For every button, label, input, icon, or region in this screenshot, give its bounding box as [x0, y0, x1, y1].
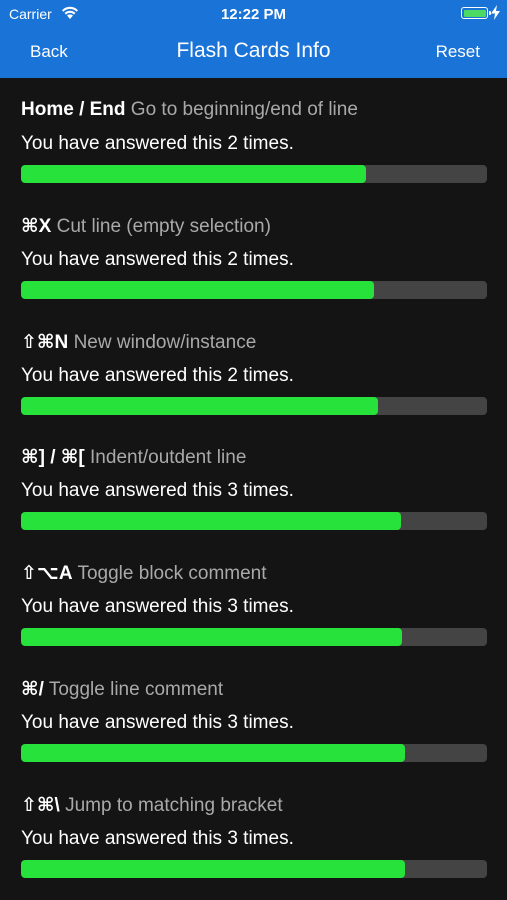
progress-track — [21, 512, 487, 530]
shortcut-line: ⌘/ Toggle line comment — [21, 678, 223, 701]
charging-bolt-icon — [491, 5, 500, 20]
top-bar: Carrier 12:22 PM Back Flash Cards Info R… — [0, 0, 507, 78]
shortcut-description: Toggle block comment — [77, 563, 267, 584]
shortcut-description: New window/instance — [73, 332, 257, 353]
progress-track — [21, 860, 487, 878]
answered-count: You have answered this 3 times. — [21, 712, 294, 733]
list-item: ⇧⌥A Toggle block comment You have answer… — [0, 541, 507, 657]
battery-level — [463, 9, 486, 17]
progress-fill — [21, 397, 378, 415]
shortcut-keys: Home / End — [21, 99, 126, 120]
shortcut-line: ⇧⌥A Toggle block comment — [21, 562, 267, 585]
navigation-bar: Back Flash Cards Info Reset — [0, 28, 507, 78]
shortcut-line: ⇧⌘N New window/instance — [21, 331, 256, 354]
shortcut-description: Indent/outdent line — [90, 447, 247, 468]
progress-track — [21, 281, 487, 299]
progress-track — [21, 165, 487, 183]
progress-fill — [21, 512, 401, 530]
shortcut-keys: ⌘X — [21, 216, 52, 237]
status-time: 12:22 PM — [220, 6, 287, 23]
progress-track — [21, 397, 487, 415]
answered-count: You have answered this 2 times. — [21, 133, 294, 154]
battery-icon — [461, 7, 491, 19]
flash-card-list: Home / End Go to beginning/end of line Y… — [0, 78, 507, 900]
progress-fill — [21, 860, 405, 878]
answered-count: You have answered this 3 times. — [21, 480, 294, 501]
answered-count: You have answered this 3 times. — [21, 828, 294, 849]
progress-track — [21, 628, 487, 646]
shortcut-line: ⇧⌘\ Jump to matching bracket — [21, 794, 283, 817]
shortcut-keys: ⇧⌘\ — [21, 795, 60, 816]
list-item: ⌘] / ⌘[ Indent/outdent line You have ans… — [0, 425, 507, 541]
progress-fill — [21, 281, 374, 299]
shortcut-description: Jump to matching bracket — [65, 795, 283, 816]
shortcut-description: Toggle line comment — [48, 679, 224, 700]
status-bar: Carrier 12:22 PM — [0, 0, 507, 28]
list-item: ⇧⌘\ Jump to matching bracket You have an… — [0, 773, 507, 889]
list-item: ⌘X Cut line (empty selection) You have a… — [0, 194, 507, 310]
list-item: ⇧⌘N New window/instance You have answere… — [0, 310, 507, 426]
answered-count: You have answered this 3 times. — [21, 596, 294, 617]
answered-count: You have answered this 2 times. — [21, 249, 294, 270]
shortcut-line: ⌘] / ⌘[ Indent/outdent line — [21, 446, 246, 469]
progress-fill — [21, 744, 405, 762]
shortcut-line: Home / End Go to beginning/end of line — [21, 99, 358, 121]
shortcut-keys: ⇧⌘N — [21, 332, 69, 353]
reset-button[interactable]: Reset — [436, 42, 480, 62]
progress-fill — [21, 165, 366, 183]
shortcut-keys: ⌘/ — [21, 679, 44, 700]
shortcut-line: ⌘X Cut line (empty selection) — [21, 215, 271, 238]
page-title: Flash Cards Info — [176, 39, 331, 62]
answered-count: You have answered this 2 times. — [21, 365, 294, 386]
shortcut-keys: ⇧⌥A — [21, 563, 73, 584]
progress-fill — [21, 628, 403, 646]
list-item: ⌘/ Toggle line comment You have answered… — [0, 657, 507, 773]
progress-track — [21, 744, 487, 762]
shortcut-keys: ⌘] / ⌘[ — [21, 447, 85, 468]
shortcut-description: Go to beginning/end of line — [130, 99, 358, 120]
list-item: Home / End Go to beginning/end of line Y… — [0, 78, 507, 194]
shortcut-description: Cut line (empty selection) — [56, 216, 271, 237]
